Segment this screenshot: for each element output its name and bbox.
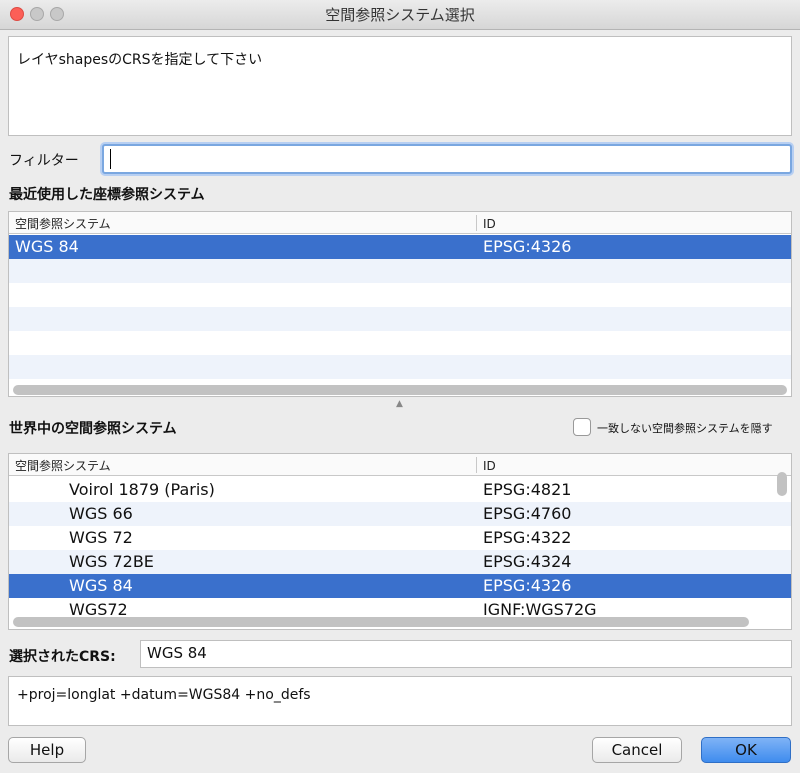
- help-button[interactable]: Help: [8, 737, 86, 763]
- world-vertical-scrollbar[interactable]: [777, 472, 787, 496]
- world-col-id[interactable]: ID: [477, 454, 777, 476]
- table-row[interactable]: WGS 72 EPSG:4322: [9, 526, 791, 550]
- row-crs-name: Voirol 1879 (Paris): [69, 480, 215, 499]
- row-crs-name: WGS 84: [15, 237, 79, 256]
- world-horizontal-scrollbar[interactable]: [13, 617, 749, 627]
- recent-col-id[interactable]: ID: [477, 212, 777, 234]
- row-crs-name: WGS 84: [69, 576, 133, 595]
- row-crs-name: WGS 72BE: [69, 552, 154, 571]
- empty-row: [9, 331, 791, 355]
- filter-label: フィルター: [9, 153, 79, 169]
- empty-row: [9, 307, 791, 331]
- recent-col-name[interactable]: 空間参照システム: [9, 212, 475, 234]
- recent-table-header: 空間参照システム ID: [9, 212, 791, 234]
- table-row[interactable]: WGS 66 EPSG:4760: [9, 502, 791, 526]
- proj-definition: +proj=longlat +datum=WGS84 +no_defs: [8, 676, 792, 726]
- table-row[interactable]: WGS 84 EPSG:4326: [9, 235, 791, 259]
- row-crs-name: WGS 66: [69, 504, 133, 523]
- hide-deprecated-checkbox[interactable]: [573, 418, 591, 436]
- row-crs-id: EPSG:4322: [483, 528, 572, 547]
- ok-button[interactable]: OK: [701, 737, 791, 763]
- splitter-handle[interactable]: ▲: [396, 399, 403, 409]
- filter-input[interactable]: [102, 144, 792, 174]
- table-row[interactable]: Voirol 1879 (Paris) EPSG:4821: [9, 478, 791, 502]
- world-col-name[interactable]: 空間参照システム: [9, 454, 475, 476]
- window-title: 空間参照システム選択: [325, 6, 475, 24]
- world-crs-heading: 世界中の空間参照システム: [9, 421, 177, 437]
- instruction-message: レイヤshapesのCRSを指定して下さい: [8, 36, 792, 136]
- empty-row: [9, 283, 791, 307]
- selected-crs-field[interactable]: WGS 84: [140, 640, 792, 668]
- row-crs-id: EPSG:4760: [483, 504, 572, 523]
- empty-row: [9, 259, 791, 283]
- text-caret: [110, 149, 111, 169]
- row-crs-id: EPSG:4326: [483, 576, 572, 595]
- world-table-header: 空間参照システム ID: [9, 454, 791, 476]
- table-row[interactable]: WGS 84 EPSG:4326: [9, 574, 791, 598]
- cancel-button[interactable]: Cancel: [592, 737, 682, 763]
- hide-deprecated-label: 一致しない空間参照システムを隠す: [597, 422, 773, 435]
- selected-crs-label: 選択されたCRS:: [9, 649, 116, 665]
- recent-crs-heading: 最近使用した座標参照システム: [9, 187, 205, 203]
- recent-crs-table: 空間参照システム ID WGS 84 EPSG:4326: [8, 211, 792, 397]
- recent-horizontal-scrollbar[interactable]: [13, 385, 787, 395]
- row-crs-id: EPSG:4324: [483, 552, 572, 571]
- row-crs-id: EPSG:4821: [483, 480, 572, 499]
- row-crs-id: EPSG:4326: [483, 237, 572, 256]
- empty-row: [9, 355, 791, 379]
- world-crs-table: 空間参照システム ID Voirol 1879 (Paris) EPSG:482…: [8, 453, 792, 630]
- table-row[interactable]: WGS 72BE EPSG:4324: [9, 550, 791, 574]
- row-crs-name: WGS 72: [69, 528, 133, 547]
